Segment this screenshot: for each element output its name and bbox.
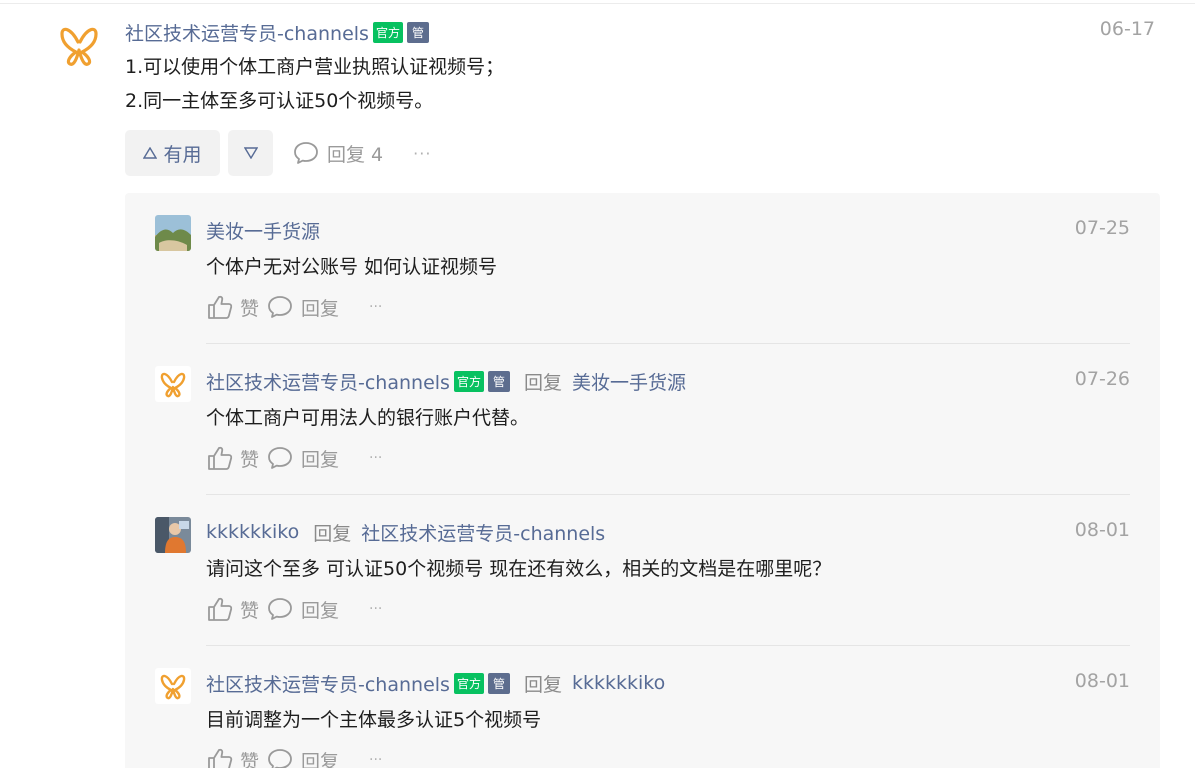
reply-button[interactable]: 回复 <box>267 747 339 768</box>
like-button[interactable]: 赞 <box>206 294 259 321</box>
reply-content: 请问这个至多 可认证50个视频号 现在还有效么，相关的文档是在哪里呢？ <box>206 558 832 580</box>
reply-label: 回复 <box>301 750 340 768</box>
triangle-down-icon <box>243 147 258 159</box>
reply-content: 目前调整为一个主体最多认证5个视频号 <box>206 709 542 731</box>
reply-actions: 赞 回复 ··· <box>206 745 382 768</box>
comment-bubble-icon <box>268 447 292 469</box>
triangle-up-icon <box>143 147 158 159</box>
reply-button[interactable]: 回复 <box>267 294 339 321</box>
post-header: 社区技术运营专员-channels 官方 管 <box>125 18 1165 46</box>
reply-header: 社区技术运营专员-channels 官方 管 回复 美妆一手货源 <box>206 367 686 395</box>
reply-item: kkkkkkiko 回复 社区技术运营专员-channels 08-01 请问这… <box>125 495 1160 646</box>
official-badge: 官方 <box>453 370 484 392</box>
reply-content: 个体户无对公账号 如何认证视频号 <box>206 256 498 278</box>
useful-button[interactable]: 有用 <box>125 130 220 176</box>
reply-to-word: 回复 <box>523 371 562 394</box>
like-button[interactable]: 赞 <box>206 596 259 623</box>
official-avatar[interactable] <box>155 668 191 704</box>
reply-author-name[interactable]: 社区技术运营专员-channels <box>206 368 450 395</box>
reply-target-name[interactable]: kkkkkkiko <box>572 672 665 694</box>
more-options-button[interactable]: ··· <box>369 450 382 466</box>
reply-item: 美妆一手货源 07-25 个体户无对公账号 如何认证视频号 赞 回复 ··· <box>125 193 1160 344</box>
reply-target-name[interactable]: 社区技术运营专员-channels <box>361 519 605 546</box>
thumbs-up-icon <box>208 597 233 621</box>
avatar[interactable] <box>155 517 191 553</box>
reply-count-label: 回复 4 <box>327 143 384 166</box>
post-date: 06-17 <box>1099 18 1155 40</box>
reply-button[interactable]: 回复 <box>267 445 339 472</box>
thumbs-up-icon <box>208 295 233 319</box>
not-useful-button[interactable] <box>228 130 273 176</box>
like-label: 赞 <box>240 750 260 768</box>
reply-date: 08-01 <box>1074 670 1130 692</box>
official-badge: 官方 <box>372 21 403 43</box>
official-badge: 官方 <box>453 672 484 694</box>
butterfly-logo-icon <box>60 27 98 66</box>
more-options-button[interactable]: ··· <box>369 601 382 617</box>
reply-date: 08-01 <box>1074 519 1130 541</box>
comment-bubble-icon <box>268 749 292 768</box>
reply-actions: 赞 回复 ··· <box>206 594 382 624</box>
landscape-avatar-icon <box>155 215 191 251</box>
reply-item: 社区技术运营专员-channels 官方 管 回复 kkkkkkiko 08-0… <box>125 646 1160 768</box>
more-options-button[interactable]: ··· <box>369 752 382 768</box>
like-label: 赞 <box>240 599 260 622</box>
post-line: 2.同一主体至多可认证50个视频号。 <box>125 90 434 112</box>
post-actions: 有用 回复 4 ··· <box>125 130 1165 176</box>
reply-actions: 赞 回复 ··· <box>206 443 382 473</box>
main-post: 社区技术运营专员-channels 官方 管 06-17 1.可以使用个体工商户… <box>125 18 1165 176</box>
post-line: 1.可以使用个体工商户营业执照认证视频号； <box>125 56 505 78</box>
reply-date: 07-25 <box>1074 217 1130 239</box>
reply-list: 美妆一手货源 07-25 个体户无对公账号 如何认证视频号 赞 回复 ··· 社… <box>125 193 1160 768</box>
reply-button[interactable]: 回复 4 <box>293 140 383 167</box>
admin-badge: 管 <box>487 370 510 392</box>
reply-item: 社区技术运营专员-channels 官方 管 回复 美妆一手货源 07-26 个… <box>125 344 1160 495</box>
reply-button[interactable]: 回复 <box>267 596 339 623</box>
post-author-name[interactable]: 社区技术运营专员-channels <box>125 19 369 46</box>
comment-bubble-icon <box>268 598 292 620</box>
reply-header: kkkkkkiko 回复 社区技术运营专员-channels <box>206 518 605 546</box>
like-button[interactable]: 赞 <box>206 445 259 472</box>
reply-header: 社区技术运营专员-channels 官方 管 回复 kkkkkkiko <box>206 669 665 697</box>
useful-label: 有用 <box>163 143 202 166</box>
butterfly-logo-icon <box>155 366 191 402</box>
official-avatar[interactable] <box>56 22 102 68</box>
reply-to-word: 回复 <box>313 522 352 545</box>
more-options-button[interactable]: ··· <box>369 299 382 315</box>
reply-actions: 赞 回复 ··· <box>206 292 382 322</box>
admin-badge: 管 <box>487 672 510 694</box>
reply-content: 个体工商户可用法人的银行账户代替。 <box>206 407 530 429</box>
butterfly-logo-icon <box>155 668 191 704</box>
thumbs-up-icon <box>208 748 233 768</box>
comment-bubble-icon <box>294 142 318 164</box>
like-label: 赞 <box>240 448 260 471</box>
like-label: 赞 <box>240 297 260 320</box>
avatar[interactable] <box>155 215 191 251</box>
reply-label: 回复 <box>301 599 340 622</box>
more-options-button[interactable]: ··· <box>413 144 431 163</box>
reply-to-word: 回复 <box>523 673 562 696</box>
reply-author-name[interactable]: kkkkkkiko <box>206 521 299 543</box>
reply-author-name[interactable]: 美妆一手货源 <box>206 217 320 244</box>
admin-badge: 管 <box>406 21 429 43</box>
reply-date: 07-26 <box>1074 368 1130 390</box>
comment-bubble-icon <box>268 296 292 318</box>
reply-header: 美妆一手货源 <box>206 216 320 244</box>
photo-avatar-icon <box>155 517 191 553</box>
reply-label: 回复 <box>301 297 340 320</box>
official-avatar[interactable] <box>155 366 191 402</box>
reply-author-name[interactable]: 社区技术运营专员-channels <box>206 670 450 697</box>
post-content: 1.可以使用个体工商户营业执照认证视频号； 2.同一主体至多可认证50个视频号。 <box>125 50 1165 118</box>
like-button[interactable]: 赞 <box>206 747 259 768</box>
reply-target-name[interactable]: 美妆一手货源 <box>572 368 686 395</box>
reply-label: 回复 <box>301 448 340 471</box>
thumbs-up-icon <box>208 446 233 470</box>
top-divider <box>0 3 1195 4</box>
